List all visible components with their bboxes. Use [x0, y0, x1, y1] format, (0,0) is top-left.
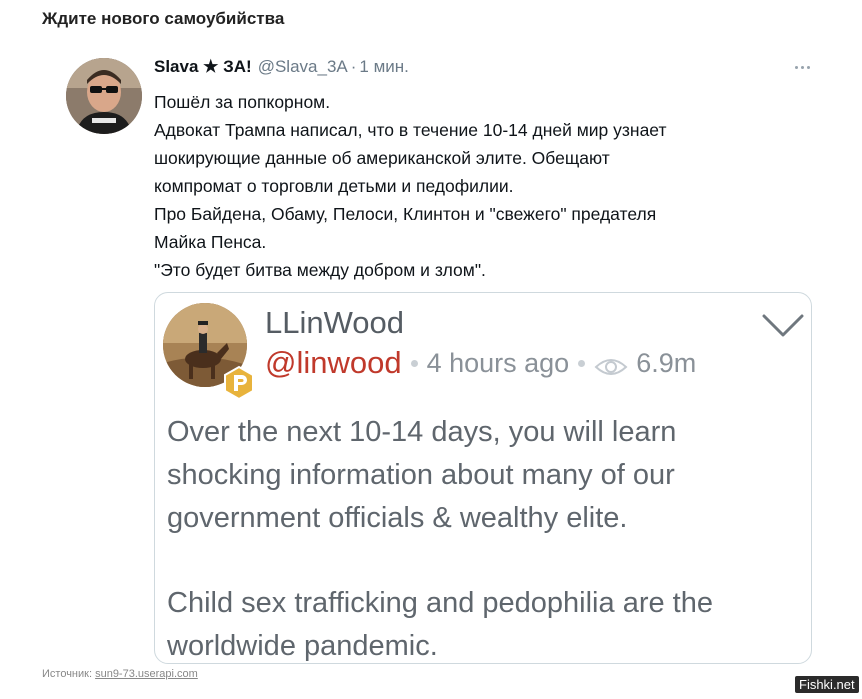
site-watermark: Fishki.net [795, 676, 859, 693]
parler-badge-icon [221, 365, 257, 401]
tweet-text-line: Про Байдена, Обаму, Пелоси, Клинтон и "с… [154, 204, 657, 224]
author-handle[interactable]: @Slava_3A [258, 57, 348, 77]
separator-dot: · [350, 57, 357, 76]
tweet-header: Slava ★ ЗА! @Slava_3A · 1 мин. [154, 57, 409, 77]
quoted-text-line: Child sex trafficking and pedophilia are… [167, 587, 713, 619]
separator-dot [410, 359, 418, 367]
quoted-author-name: LLinWood [265, 305, 405, 340]
quoted-meta: @linwood 4 hours ago 6.9m [265, 345, 696, 381]
tweet-text-line: Адвокат Трампа написал, что в течение 10… [154, 120, 667, 140]
author-avatar[interactable] [66, 58, 142, 134]
tweet-timestamp[interactable]: 1 мин. [359, 57, 408, 77]
tweet-text-line: Майка Пенса. [154, 232, 267, 252]
more-horizontal-icon[interactable] [790, 60, 814, 74]
quoted-post-text: Over the next 10-14 days, you will learn… [167, 411, 807, 663]
quoted-author-handle: @linwood [265, 345, 402, 380]
source-link[interactable]: sun9-73.userapi.com [95, 668, 198, 680]
quoted-timestamp: 4 hours ago [426, 347, 570, 378]
eye-icon [594, 353, 628, 375]
source-caption: Источник: sun9-73.userapi.com [42, 668, 198, 680]
tweet-text-line: "Это будет битва между добром и злом". [154, 260, 486, 280]
source-label: Источник: [42, 668, 93, 680]
quoted-text-line: Over the next 10-14 days, you will learn [167, 416, 677, 448]
quoted-text-line: government officials & wealthy elite. [167, 502, 628, 534]
tweet-card: Slava ★ ЗА! @Slava_3A · 1 мин. Пошёл за … [66, 54, 826, 674]
quoted-text-line: shocking information about many of our [167, 459, 675, 491]
post-title: Ждите нового самоубийства [42, 9, 285, 28]
quoted-post-image[interactable]: LLinWood @linwood 4 hours ago 6.9m Over … [154, 292, 812, 664]
separator-dot [578, 359, 586, 367]
tweet-text-line: компромат о торговли детьми и педофилии. [154, 176, 514, 196]
tweet-text-line: шокирующие данные об американской элите.… [154, 148, 610, 168]
chevron-down-icon [761, 313, 805, 339]
tweet-text: Пошёл за попкорном. Адвокат Трампа напис… [154, 88, 794, 284]
tweet-text-line: Пошёл за попкорном. [154, 92, 331, 112]
quoted-text-line: worldwide pandemic. [167, 630, 438, 662]
quoted-view-count: 6.9m [636, 347, 697, 378]
author-name[interactable]: Slava ★ ЗА! [154, 57, 252, 77]
